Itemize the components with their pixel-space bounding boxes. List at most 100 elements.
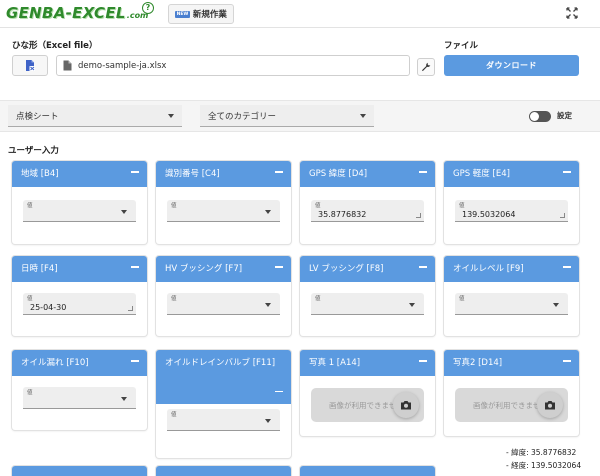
toggle-knob xyxy=(530,112,539,121)
region-select[interactable]: 値 xyxy=(23,200,136,222)
card-header[interactable]: オイルドレインバルブ [F11] xyxy=(156,350,291,404)
category-select-value: 全てのカテゴリー xyxy=(208,111,277,122)
choose-template-button[interactable] xyxy=(12,55,48,76)
card-header[interactable] xyxy=(156,466,291,476)
card-title: LV ブッシング [F8] xyxy=(309,264,384,274)
collapse-icon[interactable] xyxy=(419,171,427,173)
template-file-field[interactable]: demo-sample-ja.xlsx xyxy=(56,55,410,76)
settings-toggle[interactable] xyxy=(529,111,551,122)
field-label: 値 xyxy=(27,203,33,209)
card-header[interactable]: GPS 緯度 [D4] xyxy=(300,161,435,187)
latitude-readout: - 緯度: 35.8776832 xyxy=(506,448,577,457)
sheet-select[interactable]: 点検シート xyxy=(8,105,182,127)
card-title: オイルレベル [F9] xyxy=(453,264,524,274)
collapse-icon[interactable] xyxy=(563,360,571,362)
oil-level-select[interactable]: 値 xyxy=(455,293,568,315)
photo-preview: 画像が利用できません xyxy=(455,388,568,422)
help-icon[interactable]: ? xyxy=(142,2,154,14)
card-title: GPS 軽度 [E4] xyxy=(453,169,510,179)
fullscreen-icon[interactable] xyxy=(565,6,579,20)
new-task-label: 新規作業 xyxy=(192,10,227,20)
collapse-icon[interactable] xyxy=(275,171,283,173)
card-photo-1: 写真 1 [A14] 画像が利用できません xyxy=(300,350,435,436)
new-icon: NEW xyxy=(175,10,190,18)
field-label: 値 xyxy=(459,203,465,209)
photo-preview: 画像が利用できません xyxy=(311,388,424,422)
card-header[interactable]: 識別番号 [C4] xyxy=(156,161,291,187)
resize-handle[interactable] xyxy=(560,213,565,218)
card-oil-leak: オイル漏れ [F10] 値 xyxy=(12,350,147,430)
photo-placeholder: 画像が利用できません xyxy=(329,401,401,410)
lv-bushing-select[interactable]: 値 xyxy=(311,293,424,315)
oil-drain-valve-select[interactable]: 値 xyxy=(167,409,280,431)
field-label: 値 xyxy=(27,296,33,302)
chevron-down-icon xyxy=(360,114,366,118)
field-label: 値 xyxy=(315,203,321,209)
camera-icon xyxy=(545,401,555,410)
chevron-down-icon xyxy=(121,397,127,401)
file-section-label: ファイル xyxy=(444,41,479,51)
card-title: HV ブッシング [F7] xyxy=(165,264,243,274)
card-header[interactable]: HV ブッシング [F7] xyxy=(156,256,291,282)
card-region: 地域 [B4] 値 xyxy=(12,161,147,244)
template-label: ひな形（Excel file） xyxy=(12,41,98,51)
document-icon xyxy=(63,60,72,71)
field-label: 値 xyxy=(315,296,321,302)
card-lv-bushing: LV ブッシング [F8] 値 xyxy=(300,256,435,336)
download-button[interactable]: ダウンロード xyxy=(444,55,579,76)
user-input-label: ユーザー入力 xyxy=(8,146,59,156)
gps-longitude-input[interactable]: 値 139.5032064 xyxy=(455,200,568,222)
gps-latitude-input[interactable]: 値 35.8776832 xyxy=(311,200,424,222)
card-header[interactable]: LV ブッシング [F8] xyxy=(300,256,435,282)
camera-button[interactable] xyxy=(393,392,419,418)
id-number-select[interactable]: 値 xyxy=(167,200,280,222)
collapse-icon[interactable] xyxy=(131,266,139,268)
card-header[interactable]: 日時 [F4] xyxy=(12,256,147,282)
collapse-icon[interactable] xyxy=(419,266,427,268)
collapse-icon[interactable] xyxy=(275,266,283,268)
camera-icon xyxy=(401,401,411,410)
card-oil-drain-valve: オイルドレインバルブ [F11] 値 xyxy=(156,350,291,458)
field-label: 値 xyxy=(171,296,177,302)
oil-leak-select[interactable]: 値 xyxy=(23,387,136,409)
card-title: オイル漏れ [F10] xyxy=(21,358,89,368)
card-next-row xyxy=(156,466,291,476)
field-label: 値 xyxy=(27,390,33,396)
collapse-icon[interactable] xyxy=(563,171,571,173)
card-header[interactable]: オイルレベル [F9] xyxy=(444,256,579,282)
card-title: オイルドレインバルブ [F11] xyxy=(165,358,276,368)
chevron-down-icon xyxy=(168,114,174,118)
collapse-icon[interactable] xyxy=(419,360,427,362)
card-header[interactable]: GPS 軽度 [E4] xyxy=(444,161,579,187)
card-next-row xyxy=(12,466,147,476)
chevron-down-icon xyxy=(265,303,271,307)
hv-bushing-select[interactable]: 値 xyxy=(167,293,280,315)
card-oil-level: オイルレベル [F9] 値 xyxy=(444,256,579,336)
app-header: GENBA-EXCEL .com ? NEW 新規作業 xyxy=(0,0,600,28)
resize-handle[interactable] xyxy=(416,213,421,218)
collapse-icon[interactable] xyxy=(563,266,571,268)
card-title: 地域 [B4] xyxy=(21,169,59,179)
card-header[interactable]: 写真2 [D14] xyxy=(444,350,579,376)
template-settings-button[interactable] xyxy=(417,58,435,76)
new-task-button[interactable]: NEW 新規作業 xyxy=(168,4,234,24)
card-header[interactable] xyxy=(12,466,147,476)
card-header[interactable] xyxy=(300,466,435,476)
chevron-down-icon xyxy=(265,210,271,214)
settings-toggle-label: 設定 xyxy=(557,111,572,120)
datetime-input[interactable]: 値 25-04-30 xyxy=(23,293,136,315)
category-select[interactable]: 全てのカテゴリー xyxy=(200,105,374,127)
collapse-icon[interactable] xyxy=(275,390,283,392)
card-title: 写真 1 [A14] xyxy=(309,358,361,368)
app-logo[interactable]: GENBA-EXCEL .com xyxy=(6,4,148,22)
camera-button[interactable] xyxy=(537,392,563,418)
card-header[interactable]: 写真 1 [A14] xyxy=(300,350,435,376)
field-label: 値 xyxy=(171,412,177,418)
collapse-icon[interactable] xyxy=(131,360,139,362)
chevron-down-icon xyxy=(409,303,415,307)
card-header[interactable]: オイル漏れ [F10] xyxy=(12,350,147,376)
resize-handle[interactable] xyxy=(128,306,133,311)
card-datetime: 日時 [F4] 値 25-04-30 xyxy=(12,256,147,336)
card-header[interactable]: 地域 [B4] xyxy=(12,161,147,187)
collapse-icon[interactable] xyxy=(131,171,139,173)
